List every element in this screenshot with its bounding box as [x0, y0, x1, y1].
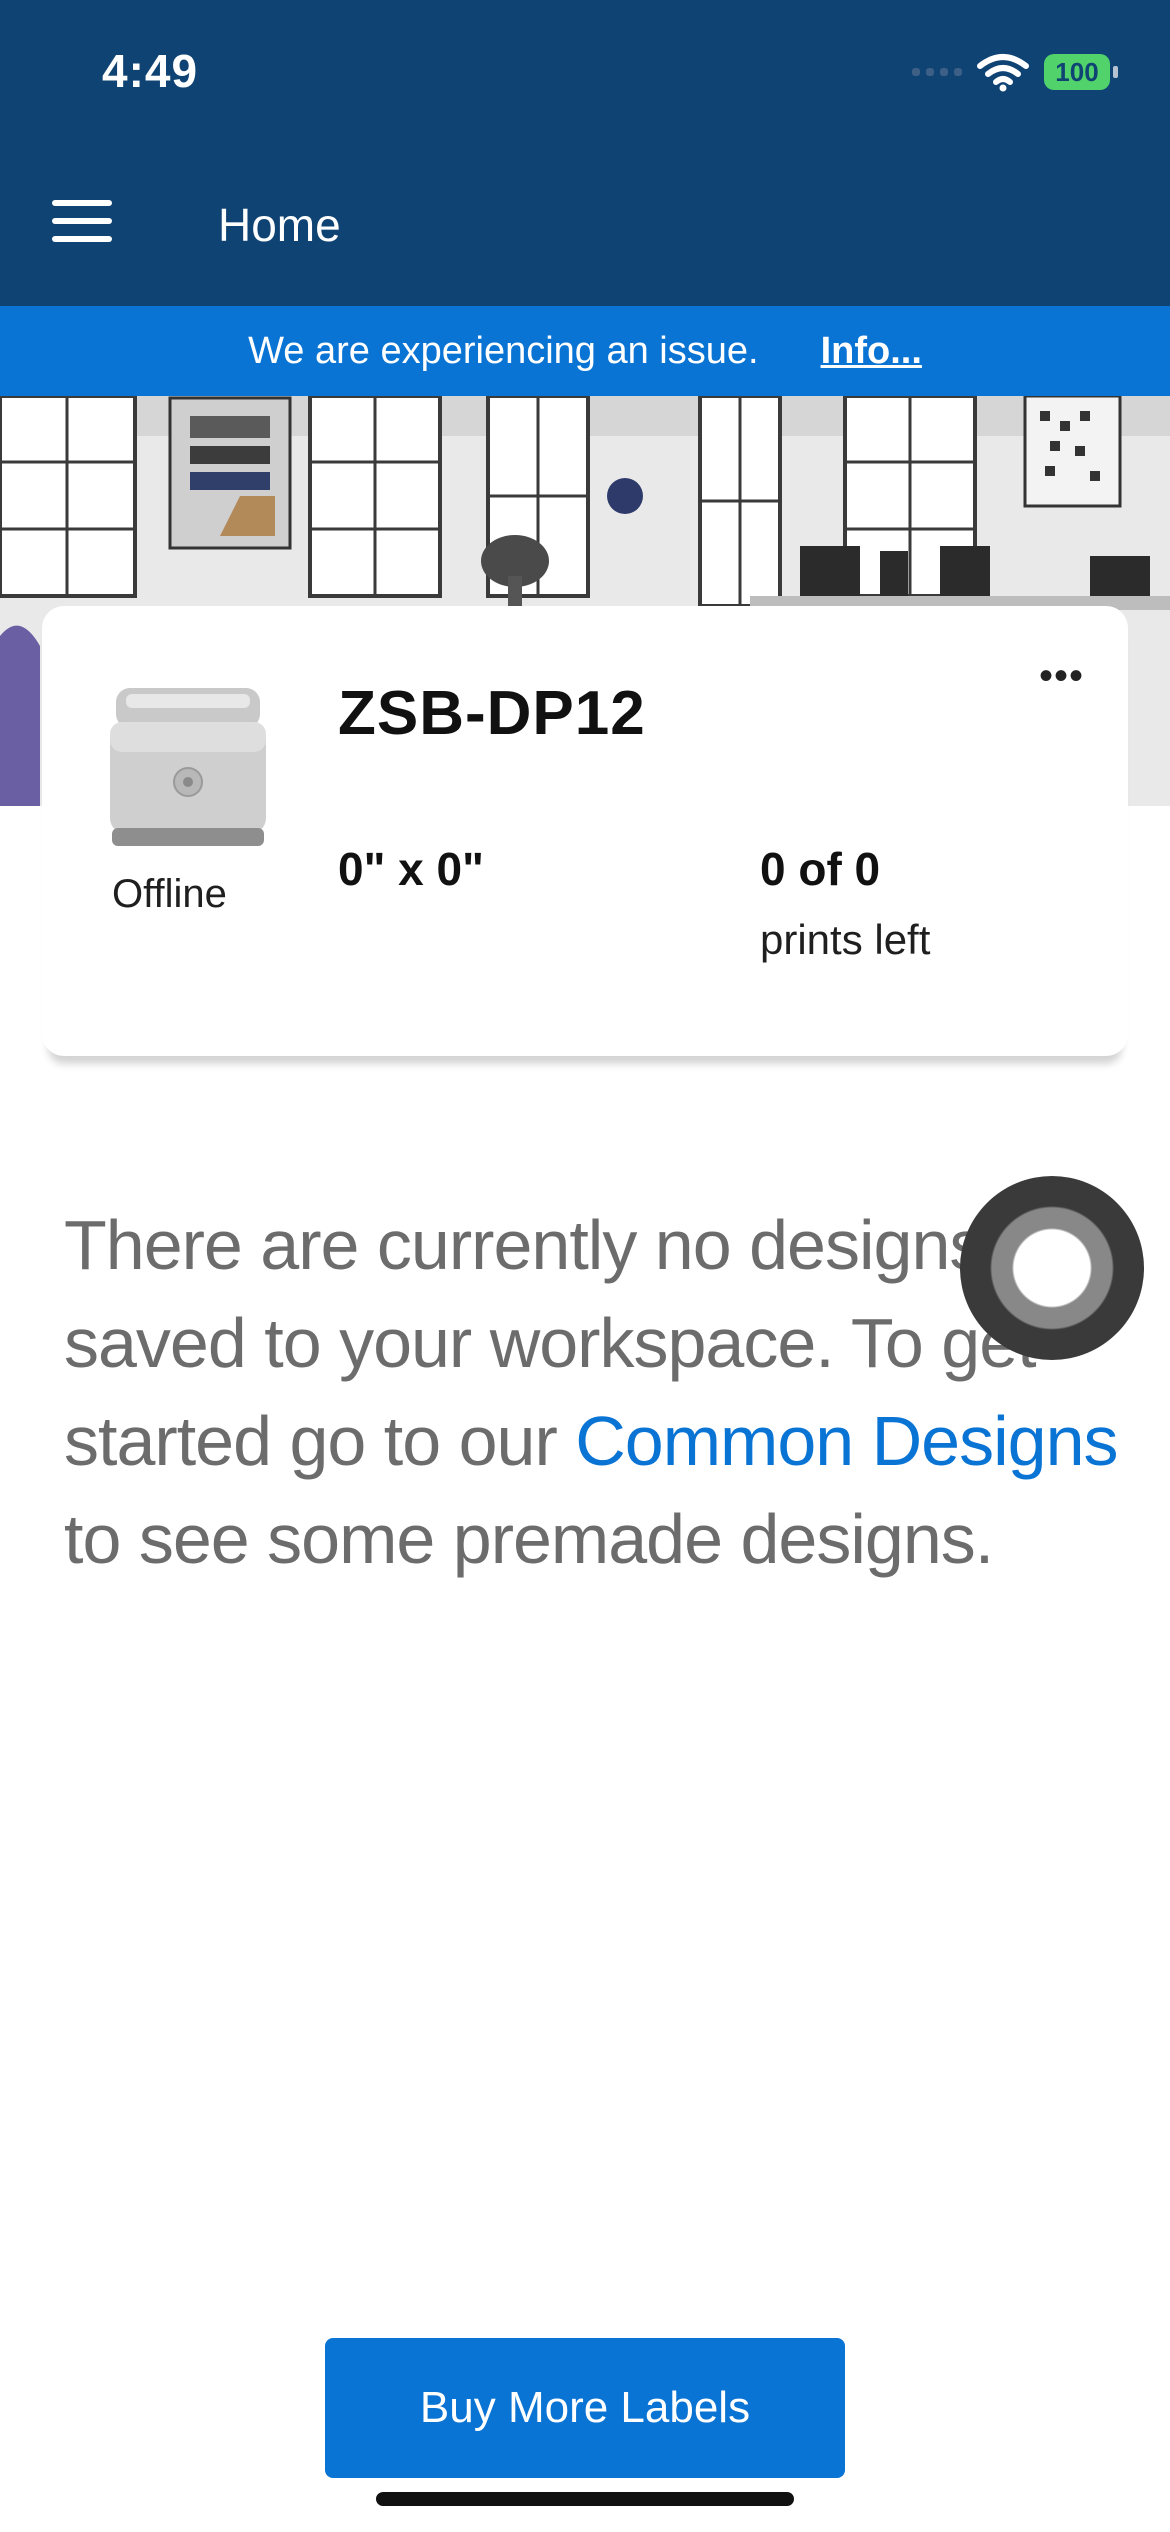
home-indicator [376, 2492, 794, 2506]
prints-count: 0 of 0 [760, 843, 881, 895]
printer-card[interactable]: ••• Offline ZSB-DP12 0" x 0" 0 of 0 prin… [42, 606, 1128, 1056]
prints-unit: prints left [760, 916, 931, 963]
hamburger-menu-icon[interactable] [52, 200, 112, 246]
status-icons: 100 [912, 52, 1118, 92]
label-size: 0" x 0" [338, 843, 484, 895]
loading-spinner-icon[interactable] [960, 1176, 1144, 1360]
battery-icon: 100 [1044, 54, 1118, 90]
banner-info-link[interactable]: Info... [821, 330, 922, 373]
banner-message: We are experiencing an issue. [248, 329, 759, 372]
common-designs-link[interactable]: Common Designs [575, 1402, 1118, 1480]
printer-name: ZSB-DP12 [338, 679, 646, 748]
more-options-icon[interactable]: ••• [1039, 654, 1084, 699]
issue-banner: We are experiencing an issue. Info... [0, 306, 1170, 396]
printer-image [110, 688, 266, 846]
wifi-icon [977, 54, 1029, 92]
page-title: Home [218, 199, 341, 251]
buy-more-labels-button[interactable]: Buy More Labels [325, 2338, 845, 2478]
empty-text-2: to see some premade designs. [64, 1500, 994, 1578]
printer-status: Offline [112, 872, 227, 916]
status-time: 4:49 [102, 45, 199, 97]
app-header: 4:49 100 Home [0, 0, 1170, 306]
signal-icon [912, 68, 962, 76]
